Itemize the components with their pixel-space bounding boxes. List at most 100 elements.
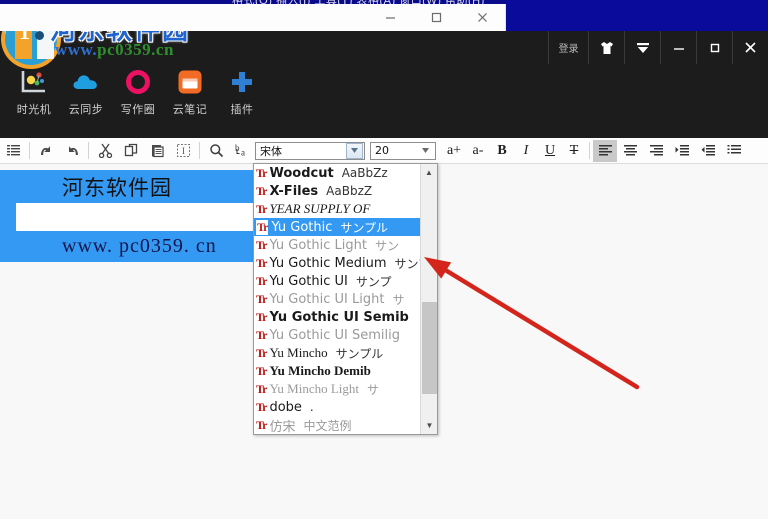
launcher-cloud-sync[interactable]: 云同步 — [60, 64, 112, 117]
document-line-2[interactable] — [0, 203, 256, 231]
truetype-icon: Tr — [256, 327, 267, 342]
font-name-value: 宋体 — [260, 144, 282, 158]
scroll-down-icon[interactable]: ▼ — [421, 417, 437, 434]
font-dropdown-item-sample: サンプ — [355, 274, 392, 289]
font-dropdown-item[interactable]: Tr Yu Mincho Light サ — [254, 380, 421, 398]
grow-font-button[interactable]: a+ — [442, 140, 466, 162]
cloud-note-icon — [164, 64, 216, 100]
document-page[interactable]: 河东软件园 www. pc0359. cn — [0, 164, 256, 262]
underline-button[interactable]: U — [538, 140, 562, 162]
font-dropdown-item-name: Yu Gothic — [271, 219, 333, 235]
truetype-icon: Tr — [256, 273, 267, 288]
paste-icon[interactable] — [144, 139, 170, 163]
minimize-icon[interactable] — [367, 4, 413, 31]
font-dropdown-item[interactable]: Tr YEAR SUPPLY OF — [254, 200, 421, 218]
font-dropdown-item[interactable]: Tr Yu Gothic サンプル — [254, 218, 421, 236]
replace-icon[interactable]: b a — [229, 139, 255, 163]
font-dropdown-item[interactable]: Tr Yu Gothic UI Light サ — [254, 290, 421, 308]
font-dropdown-item[interactable]: Tr Yu Gothic UI Semib — [254, 308, 421, 326]
desktop-background — [505, 0, 768, 31]
document-line-1[interactable]: 河东软件园 — [0, 170, 256, 203]
maximize-icon[interactable] — [413, 4, 459, 31]
indent-decrease-icon[interactable] — [695, 139, 721, 163]
font-dropdown-item[interactable]: Tr Woodcut AaBbZz — [254, 164, 421, 182]
maximize-icon[interactable] — [696, 31, 732, 64]
truetype-icon: Tr — [256, 309, 267, 324]
font-dropdown-item-name: Yu Gothic Light — [269, 237, 367, 253]
plugin-plus-icon — [216, 64, 268, 100]
font-dropdown-item-name: 仿宋 — [269, 419, 296, 435]
shirt-icon[interactable] — [588, 31, 624, 64]
cut-icon[interactable] — [92, 139, 118, 163]
align-left-icon[interactable] — [593, 139, 617, 162]
chevron-down-icon[interactable] — [346, 142, 363, 159]
minimize-icon[interactable] — [660, 31, 696, 64]
font-dropdown-item-name: Yu Mincho Light — [269, 381, 360, 396]
font-dropdown-item-sample: 中文范例 — [303, 418, 352, 433]
font-dropdown-item[interactable]: Tr dobe. — [254, 398, 421, 416]
font-dropdown-item[interactable]: TrYu Gothic Medium サンプ — [254, 254, 421, 272]
truetype-icon: Tr — [256, 255, 267, 270]
os-titlebar — [0, 4, 506, 32]
bold-label: B — [497, 142, 507, 158]
close-icon[interactable] — [459, 4, 505, 31]
toolbar-separator — [199, 142, 200, 159]
indent-increase-icon[interactable] — [669, 139, 695, 163]
font-dropdown[interactable]: Tr Woodcut AaBbZz Tr X-Files AaBbzZ Tr YEAR SUP… — [253, 163, 438, 435]
screen: 格式(O) 插入(I) 工具(T) 表格(A) 窗口(W) 帮助(H) 登录 — [0, 0, 768, 519]
font-dropdown-item-sample: AaBbZz — [341, 166, 388, 180]
site-url-main: pc0359.cn — [97, 40, 174, 59]
truetype-icon: Tr — [256, 417, 267, 432]
shrink-font-label: a- — [472, 142, 484, 158]
strikethrough-button[interactable]: T — [562, 140, 586, 162]
align-right-icon[interactable] — [643, 139, 669, 163]
launcher-time-machine[interactable]: 时光机 — [8, 64, 60, 117]
chevron-down-icon[interactable] — [417, 143, 434, 159]
font-dropdown-item-name: X-Files — [269, 183, 319, 199]
launcher-label: 插件 — [230, 103, 254, 116]
launcher-cloud-note[interactable]: 云笔记 — [164, 64, 216, 117]
login-button[interactable]: 登录 — [548, 31, 588, 64]
shrink-font-button[interactable]: a- — [466, 140, 490, 162]
scrollbar-thumb[interactable] — [422, 302, 437, 394]
font-name-combo[interactable]: 宋体 — [255, 141, 365, 160]
document-line-3-text: www. pc0359. cn — [62, 235, 217, 257]
italic-button[interactable]: I — [514, 140, 538, 162]
italic-label: I — [523, 142, 529, 158]
truetype-icon: Tr — [256, 219, 268, 235]
truetype-icon: Tr — [256, 291, 267, 306]
font-dropdown-item[interactable]: Tr Yu Mincho サンプル — [254, 344, 421, 362]
close-icon[interactable] — [732, 31, 768, 64]
font-dropdown-item[interactable]: Tr Yu Gothic UI サンプ — [254, 272, 421, 290]
format-painter-icon[interactable]: I — [170, 139, 196, 163]
font-dropdown-scrollbar[interactable]: ▲ ▼ — [420, 164, 437, 434]
truetype-icon: Tr — [256, 363, 267, 378]
bold-button[interactable]: B — [490, 140, 514, 162]
bullet-list-icon[interactable] — [721, 139, 747, 163]
find-icon[interactable] — [203, 139, 229, 163]
font-dropdown-item[interactable]: Tr 仿宋 中文范例 — [254, 416, 421, 435]
launcher-plugin[interactable]: 插件 — [216, 64, 268, 117]
list-lines-icon[interactable] — [0, 139, 26, 163]
logo-digit: 1 — [19, 31, 30, 44]
document-line-2-text — [16, 203, 256, 231]
font-dropdown-item[interactable]: Tr X-Files AaBbzZ — [254, 182, 421, 200]
copy-icon[interactable] — [118, 139, 144, 163]
redo-icon[interactable] — [59, 139, 85, 163]
font-dropdown-item-name: YEAR SUPPLY OF — [269, 201, 371, 216]
font-dropdown-item[interactable]: Tr Yu Gothic UI Semilig — [254, 326, 421, 344]
font-dropdown-item[interactable]: Tr Yu Mincho Demib — [254, 362, 421, 380]
document-line-3[interactable]: www. pc0359. cn — [0, 231, 256, 262]
align-center-icon[interactable] — [617, 139, 643, 163]
undo-icon[interactable] — [33, 139, 59, 163]
toolbar-separator — [589, 142, 590, 159]
truetype-icon: Tr — [256, 165, 267, 180]
font-dropdown-item-name: Yu Gothic UI Semilig — [269, 327, 401, 343]
chevron-down-icon[interactable] — [624, 31, 660, 64]
launcher-writing-circle[interactable]: 写作圈 — [112, 64, 164, 117]
scroll-up-icon[interactable]: ▲ — [421, 164, 437, 181]
font-dropdown-item[interactable]: Tr Yu Gothic Light サン — [254, 236, 421, 254]
font-dropdown-list[interactable]: Tr Woodcut AaBbZz Tr X-Files AaBbzZ Tr YEAR SUP… — [254, 164, 421, 434]
font-size-combo[interactable]: 20 — [370, 141, 436, 160]
font-dropdown-item-name: Yu Mincho — [269, 345, 328, 360]
